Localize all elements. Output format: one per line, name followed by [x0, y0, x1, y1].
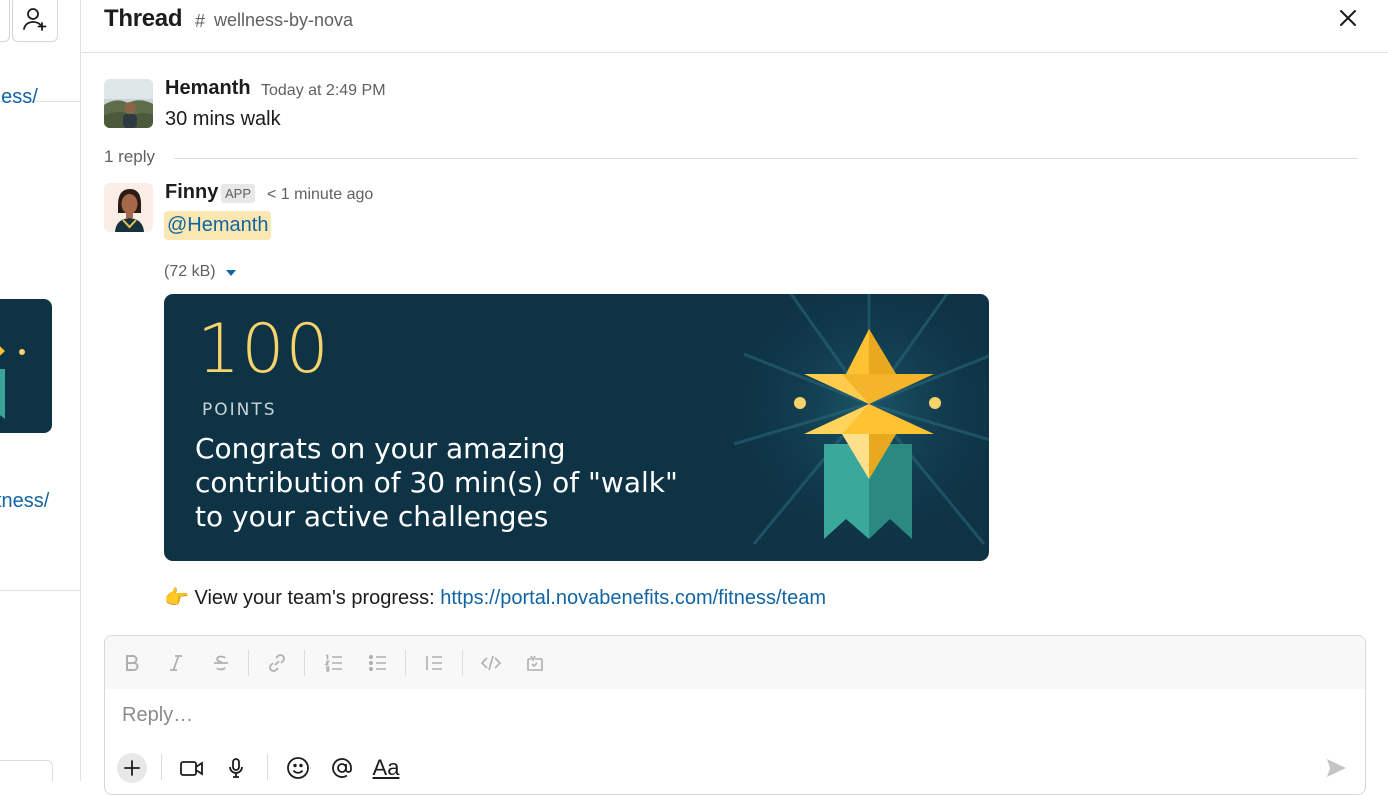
send-icon — [1327, 759, 1346, 777]
card-message-line: Congrats on your amazing — [195, 432, 566, 465]
card-message-line: to your active challenges — [195, 500, 549, 533]
avatar-photo — [104, 79, 153, 128]
video-icon — [180, 761, 203, 776]
previous-card-thumbnail[interactable] — [0, 299, 52, 433]
user-mention[interactable]: @Hemanth — [164, 211, 272, 240]
toolbar-separator — [304, 650, 305, 676]
team-progress-line: 👉 View your team's progress: https://por… — [164, 585, 826, 610]
points-card-image[interactable]: 100 POINTS Congrats on your amazing cont… — [164, 294, 989, 561]
reply-input[interactable] — [106, 690, 1356, 740]
progress-text: View your team's progress: — [194, 587, 435, 609]
hemanth-avatar[interactable] — [104, 79, 153, 128]
toolbar-separator — [405, 650, 406, 676]
strikethrough-button[interactable] — [208, 650, 234, 676]
toolbar-separator — [161, 754, 162, 780]
microphone-icon — [229, 758, 243, 778]
thread-title: Thread — [104, 5, 183, 32]
header-button-edge[interactable] — [0, 0, 10, 42]
team-progress-link[interactable]: https://portal.novabenefits.com/fitness/… — [440, 587, 826, 609]
italic-icon — [170, 655, 182, 671]
add-member-button[interactable] — [12, 0, 58, 42]
bold-icon — [126, 655, 139, 671]
points-label: POINTS — [202, 400, 277, 420]
close-thread-button[interactable] — [1336, 6, 1360, 30]
add-user-icon — [23, 8, 47, 31]
code-block-icon — [527, 655, 543, 671]
close-icon — [1340, 10, 1356, 26]
plus-icon — [117, 753, 147, 783]
card-message: Congrats on your amazing contribution of… — [195, 432, 755, 534]
toolbar-separator — [267, 754, 268, 780]
blockquote-button[interactable] — [421, 650, 447, 676]
mention-icon — [332, 758, 352, 778]
thread-header: Thread # wellness-by-nova — [82, 0, 1388, 53]
ordered-list-button[interactable] — [321, 650, 347, 676]
mention-button[interactable] — [327, 753, 357, 783]
audio-clip-button[interactable] — [221, 753, 251, 783]
emoji-button[interactable] — [283, 753, 313, 783]
attach-button[interactable] — [117, 753, 147, 783]
app-badge: APP — [221, 184, 256, 203]
formatting-toolbar — [105, 636, 1365, 689]
medal-icon — [0, 346, 25, 419]
reply-count: 1 reply — [104, 147, 156, 166]
message-text: 30 mins walk — [165, 108, 281, 130]
link-icon — [269, 654, 285, 672]
reply-composer: Aa — [104, 635, 1366, 795]
card-message-line: contribution of 30 min(s) of "walk" — [195, 466, 678, 499]
pane-divider-2 — [0, 590, 80, 591]
message-input-edge[interactable] — [0, 760, 53, 781]
link-button[interactable] — [264, 650, 290, 676]
code-button[interactable] — [478, 650, 504, 676]
format-icon[interactable]: Aa — [371, 753, 401, 783]
bulleted-list-icon — [368, 654, 386, 672]
file-size: (72 kB) — [164, 263, 216, 280]
previous-message-link[interactable]: ness/ — [0, 86, 38, 109]
bulleted-list-button[interactable] — [365, 650, 391, 676]
code-block-button[interactable] — [522, 650, 548, 676]
ordered-list-icon — [324, 654, 342, 672]
message-timestamp[interactable]: Today at 2:49 PM — [261, 82, 386, 100]
video-clip-button[interactable] — [177, 753, 207, 783]
file-options-caret-icon[interactable] — [226, 270, 236, 276]
italic-button[interactable] — [163, 650, 189, 676]
reply-timestamp[interactable]: < 1 minute ago — [267, 186, 373, 204]
points-value: 100 — [197, 310, 330, 389]
strikethrough-icon — [214, 655, 228, 671]
pointing-hand-emoji: 👉 — [164, 587, 189, 609]
medal-star-icon — [729, 294, 989, 561]
reply-author[interactable]: Finny — [165, 181, 218, 204]
emoji-icon — [287, 757, 309, 779]
send-button[interactable] — [1321, 753, 1351, 783]
bold-button[interactable] — [119, 650, 145, 676]
code-icon — [481, 655, 501, 671]
previous-message-link-2[interactable]: tness/ — [0, 490, 49, 513]
reply-divider — [174, 158, 1358, 159]
channel-pane-edge: ness/ tness/ — [0, 0, 81, 781]
avatar-illustration — [104, 183, 153, 232]
blockquote-icon — [426, 656, 442, 670]
channel-name-link[interactable]: wellness-by-nova — [214, 10, 353, 31]
channel-hash-icon: # — [195, 11, 206, 31]
finny-avatar[interactable] — [104, 183, 153, 232]
message-author[interactable]: Hemanth — [165, 77, 251, 100]
toolbar-separator — [248, 650, 249, 676]
toolbar-separator — [462, 650, 463, 676]
